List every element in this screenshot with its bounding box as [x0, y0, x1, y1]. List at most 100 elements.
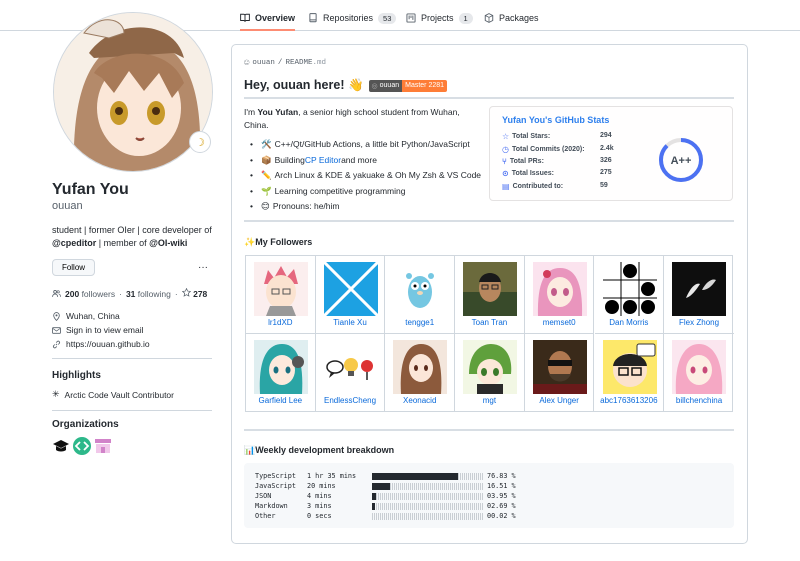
follower-avatar	[532, 340, 587, 394]
list-item-text: Arch Linux & KDE & yakuake & Oh My Zsh &…	[274, 170, 482, 180]
profile-full-name: Yufan You	[52, 181, 129, 198]
snowflake-icon: ✳	[52, 389, 60, 399]
bio-text: | member of	[96, 238, 150, 248]
avatar[interactable]	[53, 12, 213, 172]
moon-icon: ☽	[195, 136, 205, 149]
follower-card[interactable]: billchenchina	[664, 334, 734, 412]
status-emoji-button[interactable]: ☽	[189, 131, 211, 153]
weekly-language: JSON	[255, 492, 272, 500]
follower-card[interactable]: Tianle Xu	[315, 256, 386, 334]
stats-value: 2.4k	[600, 145, 614, 152]
follower-name: abc1763613206	[600, 396, 658, 405]
intro-paragraph: I'm You Yufan, a senior high school stud…	[244, 106, 480, 132]
bio-org-link[interactable]: @OI-wiki	[149, 238, 187, 248]
readme-heading: Hey, ouuan here! 👋 ◎ ouuan Master 2281	[244, 78, 448, 93]
stats-label: Total Issues:	[511, 170, 554, 177]
location-icon	[53, 311, 60, 321]
readme-file-ext: .md	[312, 59, 326, 67]
grade-ring: A++	[659, 138, 703, 182]
stats-row: ⑂ Total PRs:	[502, 157, 544, 166]
separator: ·	[174, 288, 178, 299]
weekly-percent: 03.95 %	[487, 492, 516, 500]
follower-name: EndlessCheng	[324, 396, 377, 405]
tab-packages[interactable]: Packages	[484, 7, 539, 29]
list-item-text: and more	[341, 154, 377, 165]
more-options-button[interactable]: ···	[196, 259, 210, 276]
stars-link[interactable]: 278	[181, 287, 207, 299]
stats-label: Total Stars:	[512, 133, 551, 140]
follower-name: Garfield Lee	[258, 396, 303, 405]
list-item: 🛠️C++/Qt/GitHub Actions, a little bit Py…	[250, 137, 481, 153]
list-item: 📦Building CP Editor and more	[250, 153, 481, 169]
follower-avatar	[602, 262, 657, 316]
readme-file-name: README	[285, 59, 313, 67]
follower-card[interactable]: Toan Tran	[455, 256, 525, 334]
org-oi-wiki-avatar[interactable]	[52, 437, 70, 455]
follower-card[interactable]: Dan Morris	[594, 256, 665, 334]
code-brackets-icon	[74, 441, 90, 451]
follower-avatar	[254, 340, 308, 394]
follower-card[interactable]: Xeonacid	[385, 334, 456, 412]
pencil-emoji: ✏️	[260, 170, 272, 180]
organizations-heading: Organizations	[52, 419, 119, 430]
weekly-progress-bar	[372, 503, 484, 510]
following-count: 31	[125, 288, 136, 299]
followers-label: followers	[81, 288, 116, 299]
follower-card[interactable]: lr1dXD	[246, 256, 316, 334]
tab-count: 53	[378, 12, 397, 24]
anime-girl-avatar-image	[54, 13, 212, 171]
tab-overview[interactable]: Overview	[240, 7, 296, 31]
follower-card[interactable]: Alex Unger	[525, 334, 595, 412]
stats-card-title: Yufan You's GitHub Stats	[502, 115, 610, 125]
issue-icon: ⊙	[502, 169, 509, 178]
weekly-language: Markdown	[255, 502, 288, 510]
profile-bio: student | former OIer | core developer o…	[52, 224, 222, 250]
weekly-progress-fill	[372, 503, 375, 510]
tab-label: Packages	[499, 13, 539, 23]
weekly-time: 1 hr 35 mins	[307, 472, 357, 480]
bio-org-link[interactable]: @cpeditor	[52, 238, 96, 248]
follower-card[interactable]: EndlessCheng	[316, 334, 386, 412]
follower-name: Flex Zhong	[679, 318, 720, 327]
followers-link[interactable]: 200 followers	[65, 289, 115, 299]
readme-file-link[interactable]: README.md	[285, 59, 326, 67]
list-item-text: Pronouns: he/him	[272, 201, 340, 211]
highlight-item[interactable]: ✳ Arctic Code Vault Contributor	[52, 389, 174, 400]
stats-label: Contributed to:	[512, 183, 564, 190]
email-signin-link[interactable]: Sign in to view email	[66, 325, 143, 335]
stats-row: ⊙ Total Issues:	[502, 169, 554, 178]
follower-card[interactable]: memset0	[524, 256, 595, 334]
tab-projects[interactable]: Projects 1	[406, 7, 473, 29]
repo-icon: ▤	[502, 182, 510, 191]
list-item: 😊Pronouns: he/him	[250, 199, 481, 215]
weekly-percent: 76.83 %	[487, 472, 516, 480]
wakatime-badge[interactable]: ◎ ouuan Master 2281	[368, 79, 448, 92]
follower-card[interactable]: abc1763613206	[595, 334, 665, 412]
section-rule	[244, 220, 734, 222]
readme-heading-text: Hey, ouuan here! 👋	[244, 78, 364, 92]
org-cpeditor-avatar[interactable]	[73, 437, 91, 455]
follower-name: Tianle Xu	[333, 318, 367, 327]
tab-label: Projects	[421, 13, 454, 23]
readme-user-link[interactable]: ouuan	[252, 59, 275, 67]
about-list: 🛠️C++/Qt/GitHub Actions, a little bit Py…	[250, 137, 481, 215]
follow-button[interactable]: Follow	[52, 259, 95, 276]
seedling-emoji: 🌱	[260, 185, 272, 196]
following-link[interactable]: 31 following	[126, 289, 171, 299]
website-link[interactable]: https://ouuan.github.io	[66, 339, 150, 349]
follower-card[interactable]: tengge1	[385, 256, 456, 334]
section-rule	[244, 429, 734, 431]
weekly-progress-fill	[372, 483, 391, 490]
org-shop-avatar[interactable]	[94, 437, 112, 455]
people-icon	[52, 289, 61, 297]
repo-icon	[309, 13, 317, 23]
follower-name: memset0	[542, 318, 576, 327]
follower-card[interactable]: Garfield Lee	[246, 334, 316, 412]
cp-editor-link[interactable]: CP Editor	[305, 153, 341, 169]
tab-repositories[interactable]: Repositories 53	[308, 7, 397, 29]
weekly-progress-fill	[372, 493, 377, 500]
follower-avatar	[323, 262, 378, 316]
follower-card[interactable]: Flex Zhong	[664, 256, 734, 334]
weekly-percent: 00.02 %	[487, 512, 516, 520]
follower-card[interactable]: mgt	[455, 334, 525, 412]
